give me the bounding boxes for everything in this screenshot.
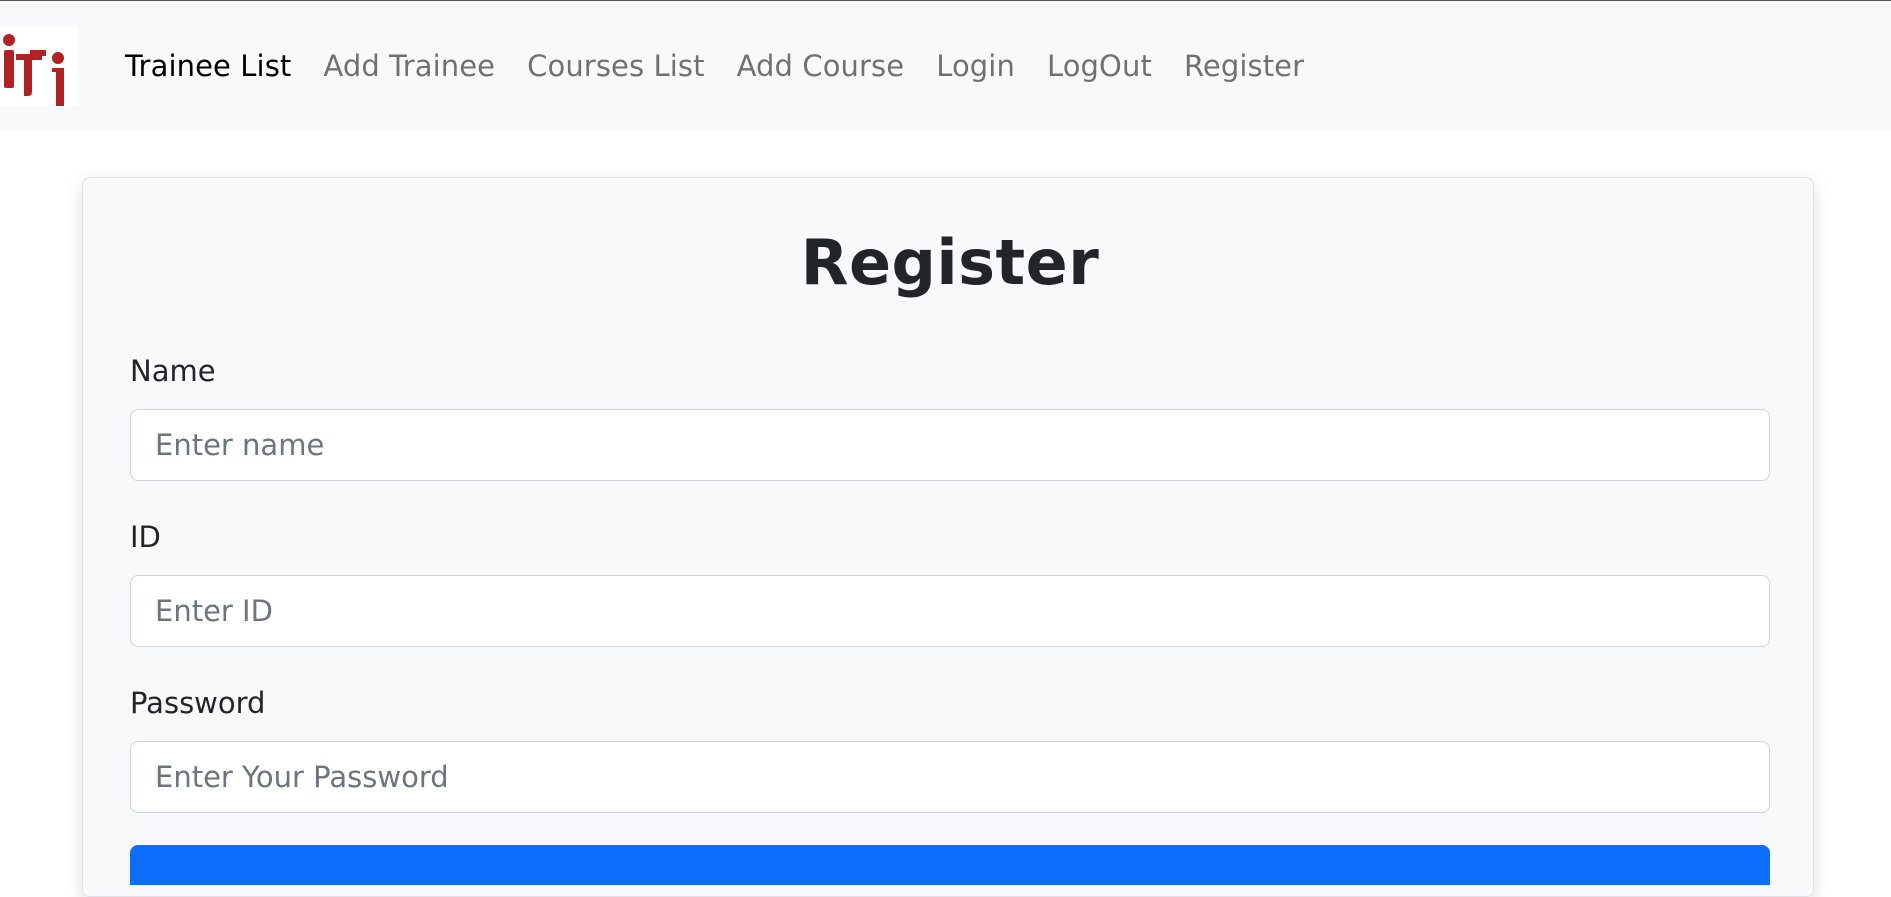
nav-add-course[interactable]: Add Course [737,49,905,83]
iti-logo-icon [3,34,64,114]
id-input[interactable] [130,575,1770,647]
iti-logo[interactable] [0,26,78,114]
navbar: Trainee List Add Trainee Courses List Ad… [0,1,1891,130]
submit-button[interactable] [130,845,1770,885]
nav-links: Trainee List Add Trainee Courses List Ad… [125,1,1336,130]
page-title: Register [800,226,1100,299]
nav-register[interactable]: Register [1184,49,1304,83]
name-input[interactable] [130,409,1770,481]
nav-logout[interactable]: LogOut [1047,49,1152,83]
password-label: Password [130,686,266,720]
id-label: ID [130,520,161,554]
name-label: Name [130,354,216,388]
nav-login[interactable]: Login [936,49,1015,83]
nav-trainee-list[interactable]: Trainee List [125,49,291,83]
password-input[interactable] [130,741,1770,813]
nav-courses-list[interactable]: Courses List [527,49,704,83]
nav-add-trainee[interactable]: Add Trainee [323,49,495,83]
